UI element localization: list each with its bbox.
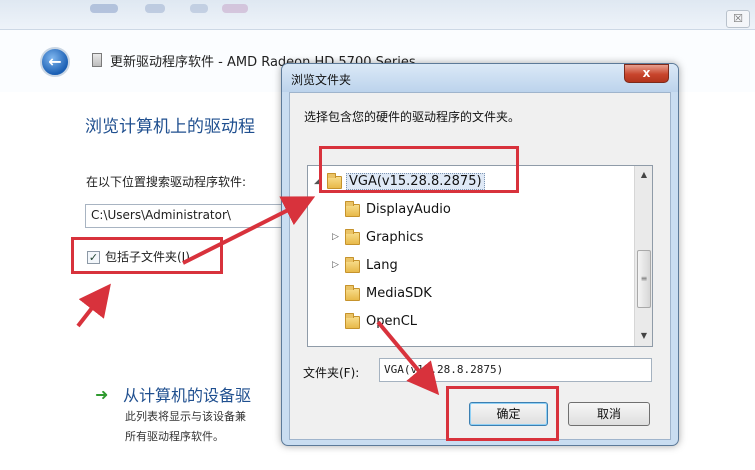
- scroll-thumb[interactable]: ≡: [637, 250, 651, 308]
- tree-item-label: OpenCL: [366, 314, 418, 329]
- folder-field-label: 文件夹(F):: [303, 366, 360, 380]
- driver-chip-icon: [92, 53, 102, 67]
- expander-icon[interactable]: ▷: [332, 260, 342, 270]
- back-arrow-icon[interactable]: ←: [40, 47, 70, 77]
- close-icon[interactable]: x: [624, 64, 669, 83]
- folder-icon: [345, 285, 360, 301]
- tree-item-label: DisplayAudio: [366, 202, 451, 217]
- scroll-down-icon[interactable]: ▼: [636, 328, 652, 344]
- folder-input[interactable]: VGA(v15.28.8.2875): [379, 358, 652, 382]
- window-close-icon[interactable]: ☒: [726, 10, 750, 28]
- pick-from-list-option[interactable]: 从计算机的设备驱: [123, 382, 251, 406]
- expander-icon[interactable]: ▷: [332, 232, 342, 242]
- option-description: 此列表将显示与该设备兼: [125, 410, 246, 423]
- window-top-strip: [0, 0, 755, 30]
- tree-item-displayaudio[interactable]: DisplayAudio: [330, 200, 590, 222]
- wizard-heading: 浏览计算机上的驱动程: [85, 117, 255, 137]
- cancel-button[interactable]: 取消: [568, 402, 650, 426]
- highlight-ok-button: [446, 386, 559, 441]
- folder-icon: [345, 313, 360, 329]
- scroll-up-icon[interactable]: ▲: [636, 167, 652, 183]
- tree-item-lang[interactable]: ▷ Lang: [330, 256, 590, 278]
- tree-item-label: Graphics: [366, 230, 424, 245]
- tree-item-label: MediaSDK: [366, 286, 432, 301]
- folder-icon: [345, 257, 360, 273]
- folder-icon: [345, 201, 360, 217]
- arrow-to-checkbox: [76, 283, 111, 328]
- highlight-vga-folder: [319, 146, 519, 193]
- option-description-2: 所有驱动程序软件。: [125, 430, 224, 443]
- dialog-title: 浏览文件夹: [291, 73, 352, 87]
- tree-item-mediasdk[interactable]: MediaSDK: [330, 284, 590, 306]
- tree-scrollbar[interactable]: ▲ ≡ ▼: [634, 166, 652, 346]
- tree-item-graphics[interactable]: ▷ Graphics: [330, 228, 590, 250]
- tree-item-opencl[interactable]: OpenCL: [330, 312, 590, 334]
- search-location-label: 在以下位置搜索驱动程序软件:: [86, 175, 247, 189]
- tree-item-label: Lang: [366, 258, 398, 273]
- green-arrow-icon: ➜: [95, 385, 109, 404]
- dialog-instruction: 选择包含您的硬件的驱动程序的文件夹。: [304, 110, 521, 124]
- folder-icon: [345, 229, 360, 245]
- highlight-include-subfolders: [71, 237, 223, 274]
- dialog-titlebar[interactable]: 浏览文件夹 x: [282, 64, 678, 92]
